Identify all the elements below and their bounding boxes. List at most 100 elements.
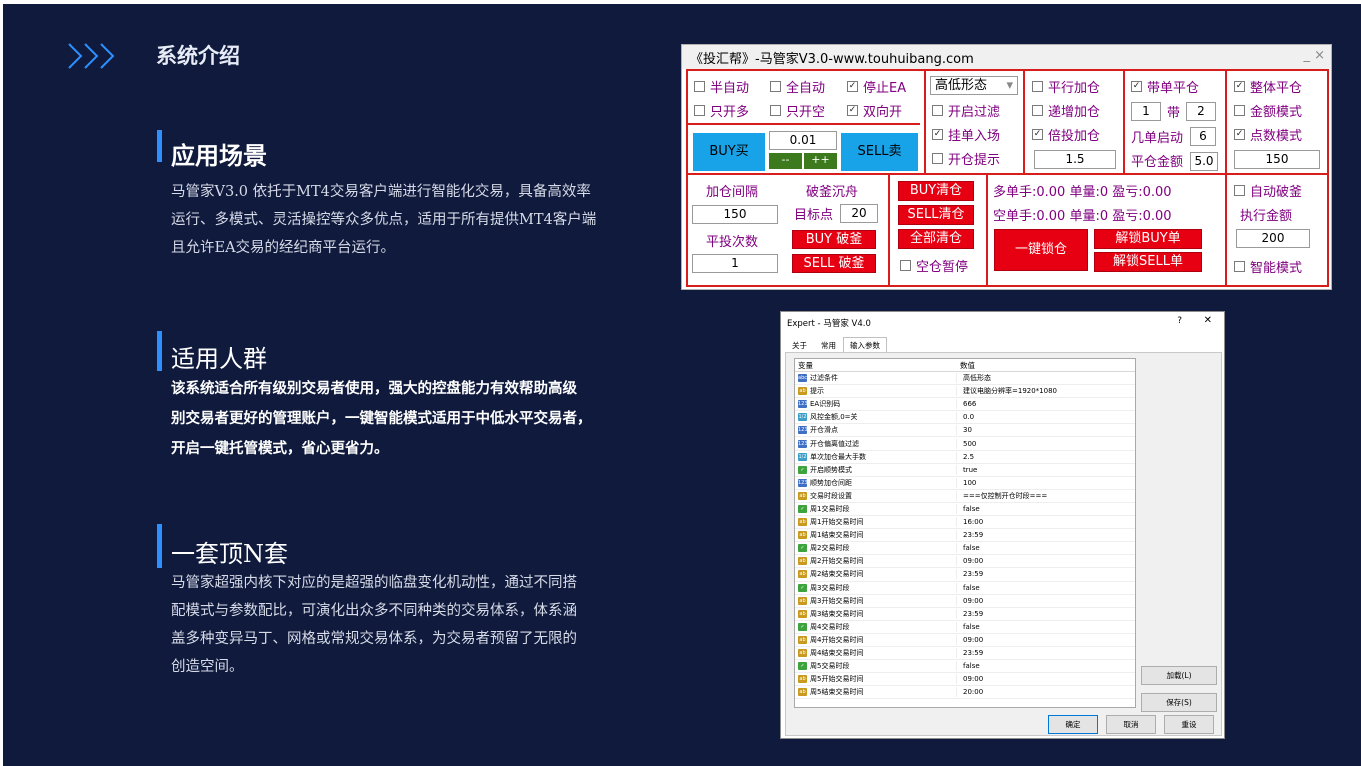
table-row[interactable]: ✓ 周1交易时段 false: [795, 503, 1135, 517]
tab-about[interactable]: 关于: [785, 337, 814, 353]
checkbox-with-close[interactable]: ✓ 带单平仓: [1131, 77, 1199, 96]
table-row[interactable]: ab 周4结束交易时间 23:59: [795, 647, 1135, 661]
buy-button[interactable]: BUY买: [693, 133, 765, 171]
checkbox-icon[interactable]: [932, 153, 943, 164]
points-input[interactable]: 150: [1234, 150, 1320, 169]
load-button[interactable]: 加载(L): [1141, 666, 1217, 685]
table-row[interactable]: 1/2 风控金额,0=关 0.0: [795, 411, 1135, 425]
checkbox-stop-ea[interactable]: ✓ 停止EA: [847, 77, 906, 96]
checkbox-icon[interactable]: [1234, 261, 1245, 272]
save-button[interactable]: 保存(S): [1141, 693, 1217, 712]
table-row[interactable]: 123 顺势加仓间距 100: [795, 477, 1135, 490]
exec-amount-input[interactable]: 200: [1236, 229, 1310, 248]
table-row[interactable]: ab 周5开始交易时间 09:00: [795, 673, 1135, 687]
checkbox-whole-close[interactable]: ✓ 整体平仓: [1234, 77, 1302, 96]
help-icon[interactable]: ?: [1177, 316, 1182, 326]
table-row[interactable]: 123 EA识别码 666: [795, 398, 1135, 412]
table-row[interactable]: 123 开仓滑点 30: [795, 424, 1135, 438]
param-value[interactable]: 23:59: [957, 649, 983, 657]
multiplier-input[interactable]: 1.5: [1034, 150, 1116, 169]
param-value[interactable]: 0.0: [957, 413, 974, 421]
sell-clear-button[interactable]: SELL清仓: [898, 205, 974, 225]
param-value[interactable]: 23:59: [957, 531, 983, 539]
param-value[interactable]: false: [957, 662, 980, 670]
table-row[interactable]: ab 周2开始交易时间 09:00: [795, 555, 1135, 569]
table-row[interactable]: ab 提示 建议电脑分辨率=1920*1080: [795, 385, 1135, 399]
table-row[interactable]: ✓ 开启顺势模式 true: [795, 464, 1135, 477]
close-icon[interactable]: ✕: [1204, 315, 1212, 326]
sell-break-button[interactable]: SELL 破釜: [792, 254, 876, 273]
param-value[interactable]: 建议电脑分辨率=1920*1080: [957, 386, 1057, 396]
buy-clear-button[interactable]: BUY清仓: [898, 181, 974, 201]
close-times-input[interactable]: 1: [692, 254, 778, 273]
param-value[interactable]: 高低形态: [957, 373, 991, 383]
buy-break-button[interactable]: BUY 破釜: [792, 230, 876, 249]
checkbox-open-hint[interactable]: 开仓提示: [932, 149, 1000, 168]
checkbox-amount-mode[interactable]: 金额模式: [1234, 101, 1302, 120]
checkbox-semi-auto[interactable]: 半自动: [694, 77, 749, 96]
all-clear-button[interactable]: 全部清仓: [898, 229, 974, 249]
checkbox-icon[interactable]: [694, 81, 705, 92]
param-value[interactable]: false: [957, 505, 980, 513]
table-row[interactable]: ✓ 周2交易时段 false: [795, 542, 1135, 556]
param-value[interactable]: false: [957, 584, 980, 592]
lot-plus-button[interactable]: ++: [804, 153, 837, 169]
window-controls[interactable]: _ ×: [1303, 48, 1325, 63]
table-row[interactable]: ab 交易时段设置 ===仅控制开仓时段===: [795, 490, 1135, 503]
table-row[interactable]: abc 过滤条件 高低形态: [795, 372, 1135, 386]
checkbox-icon[interactable]: [694, 105, 705, 116]
param-value[interactable]: false: [957, 623, 980, 631]
tab-inputs[interactable]: 输入参数: [843, 337, 887, 353]
checkbox-icon[interactable]: [770, 81, 781, 92]
checkbox-both-directions[interactable]: ✓ 双向开: [847, 101, 902, 120]
with-a-input[interactable]: 1: [1131, 102, 1161, 121]
lot-minus-button[interactable]: --: [769, 153, 802, 169]
param-value[interactable]: 23:59: [957, 610, 983, 618]
checkbox-icon[interactable]: ✓: [1234, 129, 1245, 140]
param-value[interactable]: false: [957, 544, 980, 552]
param-value[interactable]: 09:00: [957, 597, 983, 605]
param-value[interactable]: 09:00: [957, 636, 983, 644]
with-b-input[interactable]: 2: [1186, 102, 1216, 121]
ok-button[interactable]: 确定: [1048, 715, 1098, 734]
param-value[interactable]: 666: [957, 400, 976, 408]
checkbox-full-auto[interactable]: 全自动: [770, 77, 825, 96]
checkbox-parallel-add[interactable]: 平行加仓: [1032, 77, 1100, 96]
param-value[interactable]: 09:00: [957, 675, 983, 683]
table-row[interactable]: ab 周1开始交易时间 16:00: [795, 516, 1135, 530]
checkbox-points-mode[interactable]: ✓ 点数模式: [1234, 125, 1302, 144]
unlock-buy-button[interactable]: 解锁BUY单: [1094, 229, 1202, 249]
checkbox-only-long[interactable]: 只开多: [694, 101, 749, 120]
param-value[interactable]: 20:00: [957, 688, 983, 696]
checkbox-increment-add[interactable]: 递增加仓: [1032, 101, 1100, 120]
checkbox-icon[interactable]: [932, 105, 943, 116]
target-input[interactable]: 20: [840, 204, 878, 223]
table-row[interactable]: ✓ 周5交易时段 false: [795, 660, 1135, 674]
table-row[interactable]: ab 周1结束交易时间 23:59: [795, 529, 1135, 543]
checkbox-icon[interactable]: ✓: [847, 81, 858, 92]
checkbox-auto-break[interactable]: 自动破釜: [1234, 181, 1302, 200]
reset-button[interactable]: 重设: [1164, 715, 1214, 734]
unlock-sell-button[interactable]: 解锁SELL单: [1094, 252, 1202, 272]
one-key-lock-button[interactable]: 一键锁仓: [994, 229, 1088, 271]
checkbox-icon[interactable]: ✓: [932, 129, 943, 140]
add-interval-input[interactable]: 150: [692, 205, 778, 224]
checkbox-icon[interactable]: ✓: [1234, 81, 1245, 92]
table-row[interactable]: ✓ 周4交易时段 false: [795, 621, 1135, 634]
table-row[interactable]: ab 周3结束交易时间 23:59: [795, 608, 1135, 621]
checkbox-icon[interactable]: [1234, 105, 1245, 116]
cancel-button[interactable]: 取消: [1106, 715, 1156, 734]
checkbox-icon[interactable]: ✓: [1131, 81, 1142, 92]
param-value[interactable]: 100: [957, 479, 976, 487]
table-row[interactable]: ab 周5结束交易时间 20:00: [795, 686, 1135, 700]
checkbox-pending[interactable]: ✓ 挂单入场: [932, 125, 1000, 144]
table-row[interactable]: 1/2 单次加仓最大手数 2.5: [795, 451, 1135, 464]
checkbox-empty-pause[interactable]: 空仓暂停: [900, 256, 968, 275]
table-row[interactable]: ab 周3开始交易时间 09:00: [795, 595, 1135, 608]
table-row[interactable]: ab 周4开始交易时间 09:00: [795, 634, 1135, 647]
filter-select[interactable]: 高低形态 ▾: [930, 76, 1018, 95]
param-value[interactable]: ===仅控制开仓时段===: [957, 491, 1047, 501]
tab-common[interactable]: 常用: [814, 337, 843, 353]
table-row[interactable]: 123 开仓偏离值过滤 500: [795, 437, 1135, 451]
checkbox-icon[interactable]: [770, 105, 781, 116]
